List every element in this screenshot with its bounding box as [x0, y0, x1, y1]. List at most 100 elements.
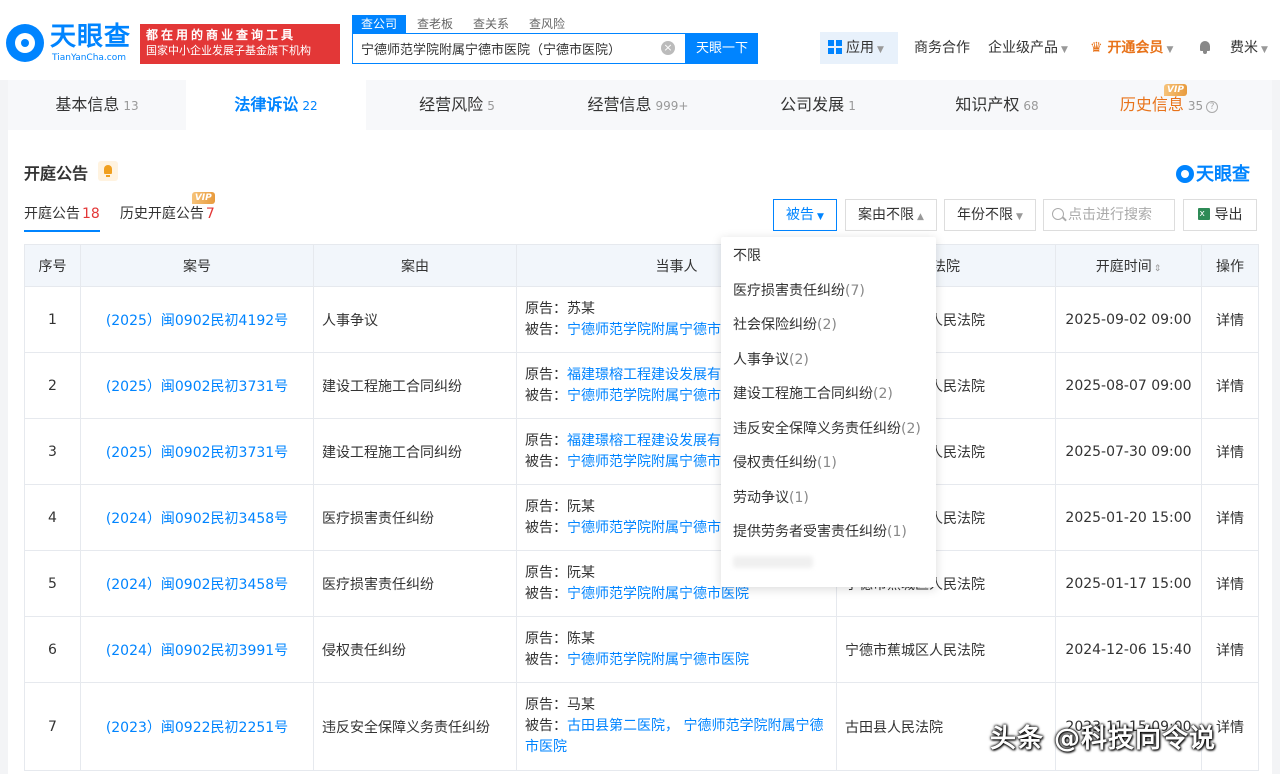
cell-time: 2024-12-06 15:40: [1055, 616, 1202, 683]
subtab-history-announcements[interactable]: 历史开庭公告 7 VIP: [119, 192, 215, 232]
filter-defendant[interactable]: 被告 ▼: [773, 199, 837, 231]
search-button[interactable]: 天眼一下: [686, 33, 758, 64]
tab-business-info[interactable]: 经营信息 999+: [548, 80, 728, 130]
user-menu[interactable]: 费米 ▼: [1230, 32, 1268, 64]
cell-cause: 医疗损害责任纠纷: [313, 484, 517, 551]
chevron-down-icon: ▼: [1016, 212, 1023, 222]
nav-open-vip[interactable]: ♛ 开通会员 ▼: [1090, 32, 1173, 64]
brand-text: 天眼查: [1196, 164, 1250, 185]
defendant-dropdown-menu: 不限 医疗损害责任纠纷(7) 社会保险纠纷(2) 人事争议(2) 建设工程施工合同纠纷(…: [721, 237, 936, 587]
tab-count: 1: [848, 99, 856, 113]
tab-label: 法律诉讼: [234, 95, 299, 114]
tianyancha-logo[interactable]: 天眼查 TianYanCha.com: [6, 22, 136, 66]
search-tab-company[interactable]: 查公司: [352, 15, 407, 33]
dropdown-item-count: (2): [789, 351, 809, 368]
tab-business-risk[interactable]: 经营风险 5: [366, 80, 548, 130]
filter-cause[interactable]: 案由不限 ▲: [845, 199, 937, 231]
chevron-down-icon: ▼: [1061, 45, 1068, 55]
tab-legal-litigation[interactable]: 法律诉讼 22: [186, 80, 366, 130]
notification-button[interactable]: [1198, 32, 1212, 64]
tab-label: 经营信息: [587, 95, 652, 114]
promo-banner[interactable]: 都在用的商业查询工具 国家中小企业发展子基金旗下机构: [140, 24, 340, 64]
dropdown-item[interactable]: 医疗损害责任纠纷(7): [721, 274, 936, 309]
detail-link[interactable]: 详情: [1201, 286, 1259, 353]
plaintiff-label: 原告：: [525, 432, 567, 449]
dropdown-item-label: 社会保险纠纷: [733, 317, 817, 333]
dropdown-item-label: 违反安全保障义务责任纠纷: [733, 420, 901, 437]
plaintiff-name: 苏某: [567, 300, 595, 317]
dropdown-item[interactable]: 人事争议(2): [721, 343, 936, 378]
detail-link[interactable]: 详情: [1201, 484, 1259, 551]
dropdown-item-count: (2): [901, 420, 921, 437]
search-tab-relation[interactable]: 查关系: [464, 15, 518, 33]
cell-cause: 人事争议: [313, 286, 517, 353]
detail-link[interactable]: 详情: [1201, 550, 1259, 617]
tab-company-development[interactable]: 公司发展 1: [728, 80, 908, 130]
defendant-name-link[interactable]: 宁德师范学院附属宁德市医院: [567, 652, 749, 668]
dropdown-item-count: (1): [887, 524, 907, 540]
nav-enterprise-products[interactable]: 企业级产品 ▼: [988, 32, 1068, 64]
export-button[interactable]: 导出: [1183, 199, 1257, 231]
tab-basic-info[interactable]: 基本信息 13: [8, 80, 186, 130]
dropdown-item-count: (1): [789, 489, 809, 506]
tab-label: 公司发展: [780, 95, 845, 114]
chevron-down-icon: ▼: [1261, 45, 1268, 55]
subtab-court-announcements[interactable]: 开庭公告 18: [24, 204, 100, 232]
dropdown-item[interactable]: 不限: [721, 239, 936, 274]
case-number-link[interactable]: (2024）闽0902民初3991号: [106, 643, 288, 659]
detail-link[interactable]: 详情: [1201, 616, 1259, 683]
case-number-link[interactable]: (2025）闽0902民初3731号: [106, 445, 288, 461]
dropdown-blurred-item: [733, 555, 813, 568]
defendant-name-link[interactable]: 古田县第二医院， 宁德师范学院附属宁德市医院: [525, 718, 823, 755]
top-header: 天眼查 TianYanCha.com 都在用的商业查询工具 国家中小企业发展子基…: [0, 0, 1280, 80]
plaintiff-name: 阮某: [567, 564, 595, 581]
cell-no: 1: [24, 286, 81, 353]
defendant-name-link[interactable]: 宁德师范学院附属宁德市医院: [567, 586, 749, 602]
subtab-count: 18: [82, 206, 100, 222]
table-search-input[interactable]: 点击进行搜索: [1043, 199, 1175, 231]
court-announcements-table: 序号 案号 案由 当事人 法院 开庭时间 ⇕ 操作 1 (2025）闽0902民初4…: [24, 244, 1259, 771]
tab-intellectual-property[interactable]: 知识产权 68: [908, 80, 1086, 130]
dropdown-item-label: 医疗损害责任纠纷: [733, 282, 845, 299]
tab-count: 999+: [655, 99, 689, 113]
search-input[interactable]: [361, 34, 651, 63]
dropdown-item[interactable]: 劳动争议(1): [721, 481, 936, 516]
case-number-link[interactable]: (2025）闽0902民初3731号: [106, 379, 288, 395]
nav-vip-label: 开通会员: [1107, 40, 1164, 56]
case-number-link[interactable]: (2023）闽0922民初2251号: [106, 720, 288, 736]
dropdown-item[interactable]: 建设工程施工合同纠纷(2): [721, 377, 936, 412]
dropdown-item[interactable]: 侵权责任纠纷(1): [721, 446, 936, 481]
subscribe-bell-icon[interactable]: [98, 161, 118, 181]
subtab-label: 历史开庭公告: [119, 206, 204, 222]
case-number-link[interactable]: (2025）闽0902民初4192号: [106, 313, 288, 329]
tab-label: 经营风险: [419, 95, 484, 114]
nav-apps[interactable]: 应用 ▼: [820, 32, 898, 64]
detail-link[interactable]: 详情: [1201, 418, 1259, 485]
search-tab-boss[interactable]: 查老板: [408, 15, 462, 33]
dropdown-item[interactable]: 社会保险纠纷(2): [721, 308, 936, 343]
tab-count: 5: [487, 99, 495, 113]
search-tab-risk[interactable]: 查风险: [520, 15, 574, 33]
clear-icon[interactable]: ×: [661, 41, 675, 55]
tab-label: 历史信息: [1119, 95, 1184, 114]
nav-business-cooperation[interactable]: 商务合作: [914, 32, 970, 64]
filter-label: 年份不限: [957, 207, 1014, 223]
detail-link[interactable]: 详情: [1201, 352, 1259, 419]
cell-cause: 违反安全保障义务责任纠纷: [313, 682, 517, 771]
tab-history-info[interactable]: 历史信息 35? VIP: [1086, 80, 1252, 130]
table-header-row: 序号 案号 案由 当事人 法院 开庭时间 ⇕ 操作: [24, 244, 1259, 287]
filter-year[interactable]: 年份不限 ▼: [944, 199, 1036, 231]
case-number-link[interactable]: (2024）闽0902民初3458号: [106, 577, 288, 593]
dropdown-item[interactable]: 提供劳务者受害责任纠纷(1): [721, 515, 936, 550]
chevron-down-icon: ▼: [1166, 45, 1174, 55]
dropdown-item-count: (1): [817, 455, 837, 471]
case-number-link[interactable]: (2024）闽0902民初3458号: [106, 511, 288, 527]
cell-court: 宁德市蕉城区人民法院: [836, 616, 1056, 683]
dropdown-item-label: 人事争议: [733, 351, 789, 368]
help-icon[interactable]: ?: [1206, 101, 1219, 113]
dropdown-item[interactable]: 违反安全保障义务责任纠纷(2): [721, 412, 936, 447]
subtab-label: 开庭公告: [24, 206, 80, 222]
col-header-time[interactable]: 开庭时间 ⇕: [1055, 244, 1202, 287]
plaintiff-line: 原告：陈某: [525, 629, 828, 650]
chevron-down-icon: ▼: [817, 212, 824, 222]
